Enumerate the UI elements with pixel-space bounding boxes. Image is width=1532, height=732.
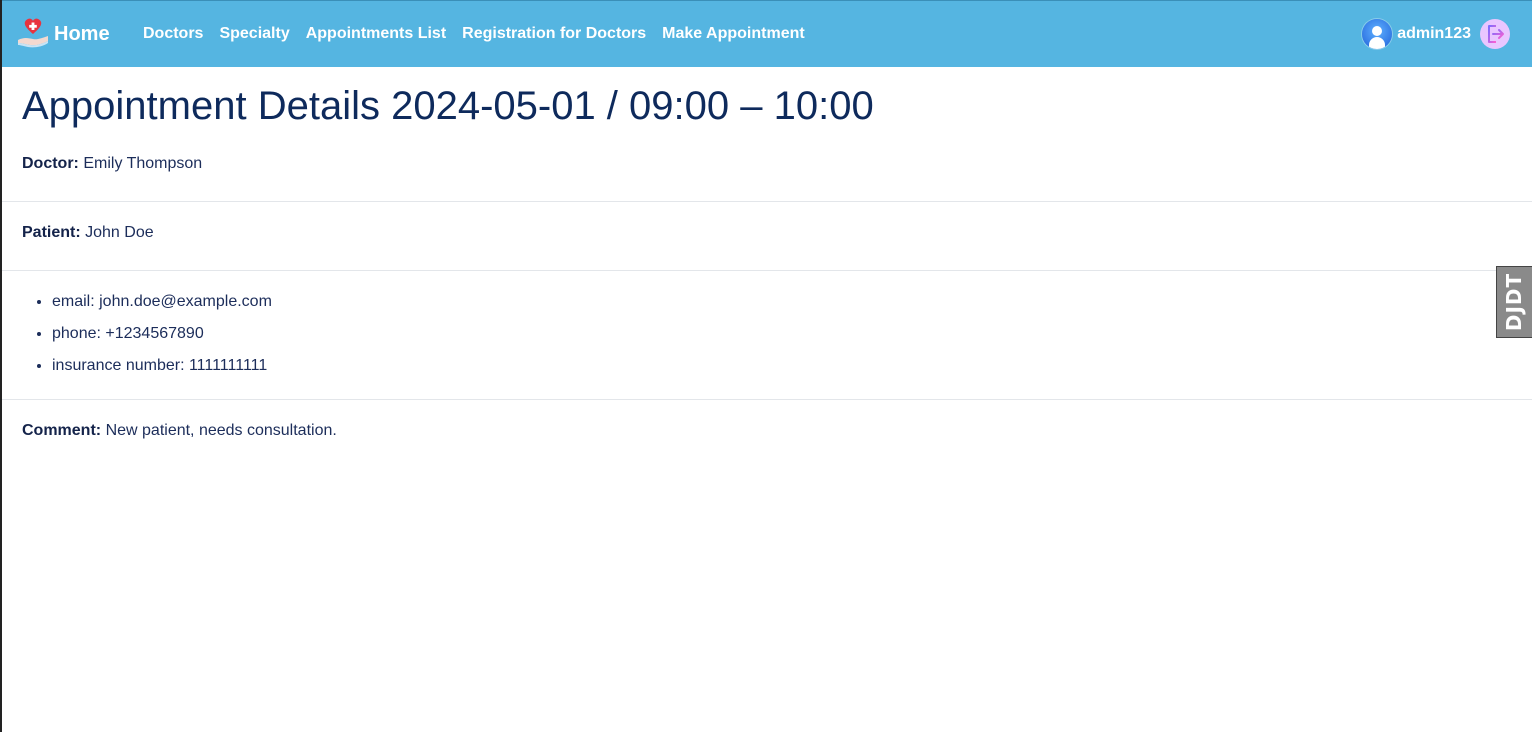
user-avatar-icon[interactable] [1362,19,1393,49]
debug-toolbar-handle[interactable]: DJDT [1496,266,1532,338]
divider [2,270,1532,271]
patient-label: Patient: [22,224,81,241]
comment-value: New patient, needs consultation. [105,422,337,439]
comment-line: Comment: New patient, needs consultation… [22,422,337,440]
username[interactable]: admin123 [1397,25,1471,43]
debug-toolbar-label: DJDT [1502,272,1527,332]
nav-appointments-list[interactable]: Appointments List [306,25,446,43]
nav-specialty[interactable]: Specialty [219,25,289,43]
nav-doctors[interactable]: Doctors [143,25,203,43]
user-area: admin123 [1362,1,1510,67]
contact-email: email: john.doe@example.com [52,292,272,324]
brand-label: Home [54,22,110,45]
contact-phone: phone: +1234567890 [52,324,272,356]
doctor-line: Doctor: Emily Thompson [22,155,202,173]
nav-links: Doctors Specialty Appointments List Regi… [143,1,821,67]
patient-line: Patient: John Doe [22,224,154,242]
window-left-edge [0,0,2,732]
logout-icon[interactable] [1480,19,1510,49]
appointment-details: Appointment Details 2024-05-01 / 09:00 –… [2,67,1532,439]
doctor-value: Emily Thompson [83,155,203,172]
patient-contact-list: email: john.doe@example.com phone: +1234… [32,292,272,388]
contact-insurance-number: insurance number: 1111111111 [52,356,272,388]
comment-label: Comment: [22,422,102,439]
divider [2,201,1532,202]
hand-heart-icon [18,18,48,48]
nav-make-appointment[interactable]: Make Appointment [662,25,805,43]
home-link[interactable]: Home [16,13,110,53]
nav-registration-for-doctors[interactable]: Registration for Doctors [462,25,646,43]
page-title: Appointment Details 2024-05-01 / 09:00 –… [22,84,874,128]
top-navbar: Home Doctors Specialty Appointments List… [0,0,1532,67]
divider [2,399,1532,400]
patient-value: John Doe [85,224,154,241]
doctor-label: Doctor: [22,155,79,172]
